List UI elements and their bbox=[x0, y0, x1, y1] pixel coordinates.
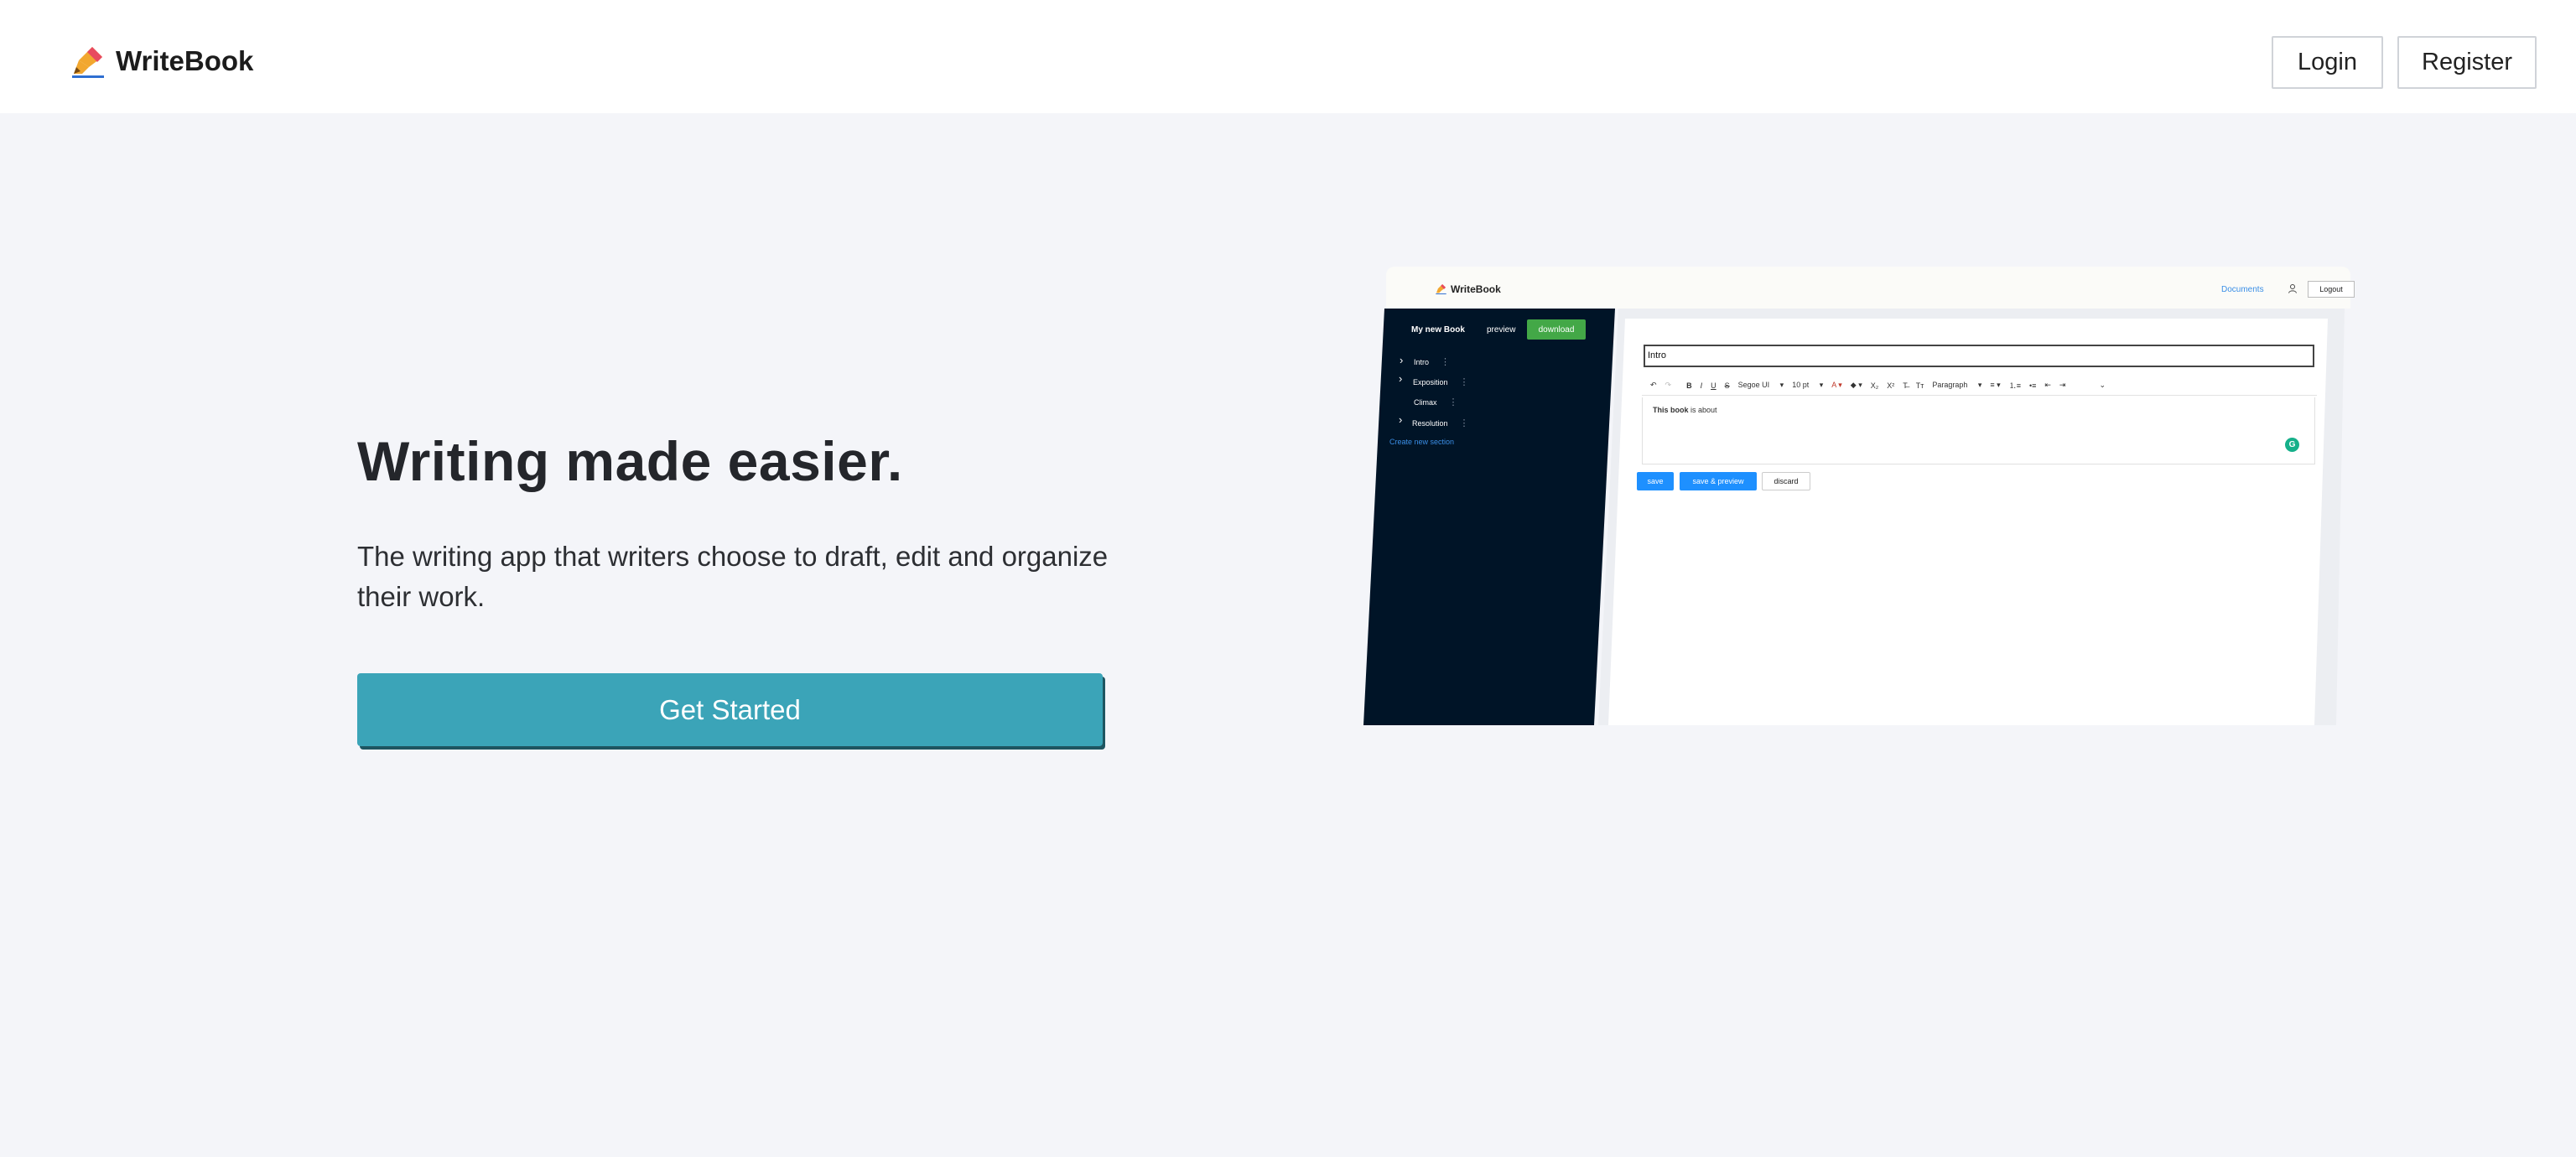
register-button[interactable]: Register bbox=[2397, 36, 2537, 89]
mock-book-title: My new Book bbox=[1411, 325, 1465, 335]
mock-section-label: Resolution bbox=[1412, 418, 1448, 428]
app-preview-image: WriteBook Documents Logout My new Book p… bbox=[1363, 267, 2355, 725]
mock-section-item: Climax ⋮ bbox=[1414, 397, 1458, 407]
indent-icon: ⇥ bbox=[2059, 381, 2066, 389]
kebab-menu-icon: ⋮ bbox=[1459, 377, 1469, 387]
mock-font-family-select: Segoe UI ▾ bbox=[1737, 381, 1784, 389]
italic-icon: I bbox=[1700, 381, 1703, 390]
superscript-icon: X² bbox=[1887, 381, 1895, 390]
mock-logout-button: Logout bbox=[2308, 281, 2355, 298]
kebab-menu-icon: ⋮ bbox=[1459, 418, 1469, 428]
mock-navbar: WriteBook Documents Logout bbox=[1386, 267, 2355, 309]
numbered-list-icon: ⒈≡ bbox=[2008, 381, 2021, 390]
bold-icon: B bbox=[1686, 381, 1692, 390]
mock-brand-name: WriteBook bbox=[1451, 283, 1501, 295]
mock-editor-content: This book is about bbox=[1642, 397, 2315, 464]
strikethrough-icon: S bbox=[1724, 381, 1730, 390]
mock-save-preview-button: save & preview bbox=[1680, 472, 1757, 490]
mock-section-label: Climax bbox=[1414, 397, 1437, 407]
user-icon bbox=[2288, 284, 2297, 293]
mock-save-button: save bbox=[1637, 472, 1674, 490]
get-started-button[interactable]: Get Started bbox=[357, 673, 1103, 746]
hero-title: Writing made easier. bbox=[357, 430, 903, 492]
grammarly-icon: G bbox=[2285, 438, 2299, 452]
top-navbar: WriteBook Login Register bbox=[0, 0, 2576, 113]
mock-section-item: › Intro ⋮ bbox=[1400, 354, 1451, 367]
mock-section-item: › Resolution ⋮ bbox=[1399, 413, 1469, 428]
mock-download-button: download bbox=[1527, 319, 1586, 340]
brand-name: WriteBook bbox=[116, 45, 254, 76]
underline-icon: U bbox=[1711, 381, 1716, 390]
mock-preview-link: preview bbox=[1487, 325, 1516, 335]
hero-subtitle: The writing app that writers choose to d… bbox=[357, 541, 1109, 612]
undo-icon: ↶ bbox=[1650, 381, 1657, 389]
subscript-icon: X₂ bbox=[1870, 381, 1879, 390]
brand[interactable]: WriteBook bbox=[69, 42, 253, 80]
clear-format-icon: T̶ bbox=[1903, 381, 1908, 390]
mock-block-format-select: Paragraph ▾ bbox=[1932, 381, 1982, 389]
mock-section-title-input: Intro bbox=[1644, 345, 2314, 367]
redo-icon: ↷ bbox=[1665, 381, 1672, 389]
text-size-icon: Tт bbox=[1915, 381, 1924, 390]
login-button[interactable]: Login bbox=[2272, 36, 2383, 89]
mock-section-label: Intro bbox=[1414, 357, 1430, 366]
kebab-menu-icon: ⋮ bbox=[1448, 397, 1458, 407]
mock-discard-button: discard bbox=[1762, 472, 1810, 490]
chevron-right-icon: › bbox=[1399, 372, 1403, 385]
chevron-right-icon: › bbox=[1399, 413, 1403, 426]
mock-sidebar bbox=[1363, 309, 1615, 725]
bullet-list-icon: •≡ bbox=[2028, 381, 2037, 390]
mock-font-size-select: 10 pt ▾ bbox=[1792, 381, 1824, 389]
mock-content-bold: This book bbox=[1653, 406, 1689, 414]
highlight-color-icon: ◆ ▾ bbox=[1850, 381, 1862, 389]
mock-content-text: is about bbox=[1688, 406, 1717, 414]
mock-create-section-link: Create new section bbox=[1389, 438, 1455, 446]
mock-brand: WriteBook bbox=[1435, 283, 1501, 295]
text-color-icon: A ▾ bbox=[1831, 381, 1842, 389]
mock-editor-toolbar: ↶ ↷ B I U S Segoe UI ▾ 10 pt ▾ A ▾ ◆ ▾ X… bbox=[1642, 376, 2317, 396]
kebab-menu-icon: ⋮ bbox=[1441, 357, 1451, 367]
align-icon: ≡ ▾ bbox=[1990, 381, 2001, 389]
mock-section-item: › Exposition ⋮ bbox=[1399, 372, 1469, 387]
pen-logo-icon bbox=[72, 47, 104, 78]
pen-logo-icon bbox=[1436, 283, 1446, 295]
chevron-right-icon: › bbox=[1400, 354, 1404, 366]
more-chevron-icon: ⌄ bbox=[2099, 381, 2106, 389]
outdent-icon: ⇤ bbox=[2044, 381, 2051, 389]
mock-section-label: Exposition bbox=[1413, 377, 1448, 387]
mock-documents-link: Documents bbox=[2221, 285, 2264, 294]
